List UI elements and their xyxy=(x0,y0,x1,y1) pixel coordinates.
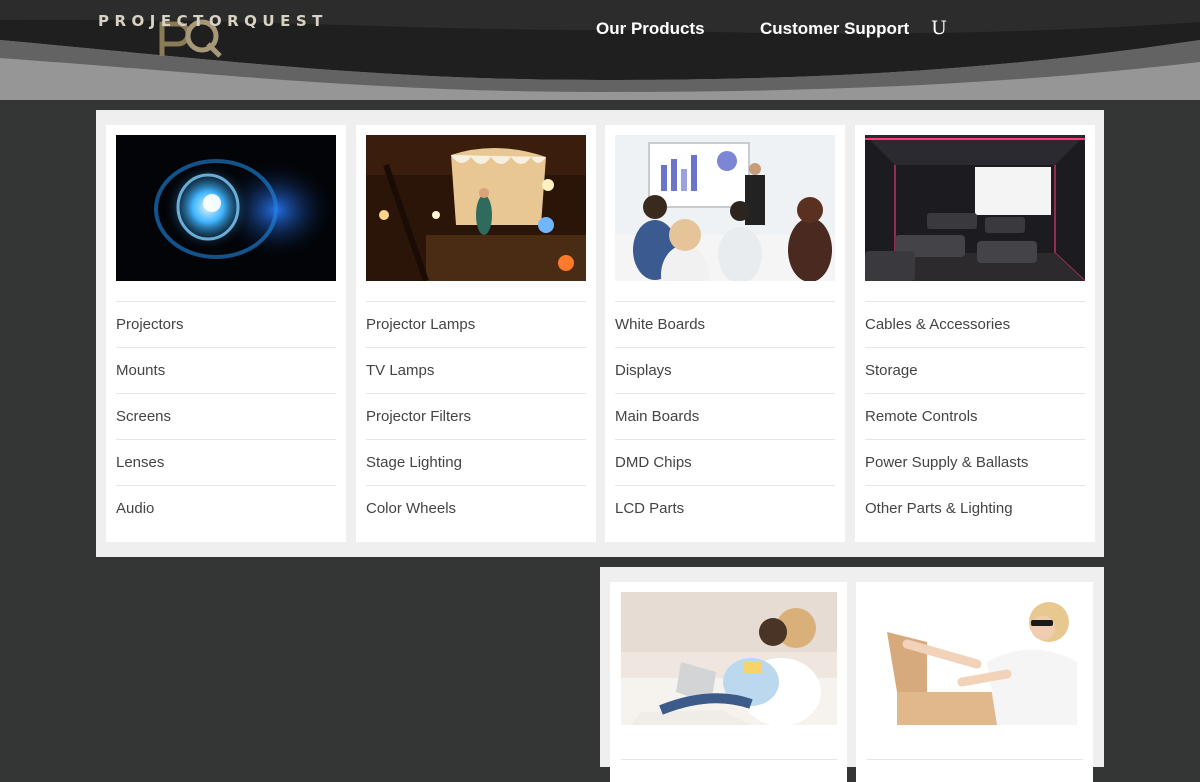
menu-link[interactable]: TV Lamps xyxy=(366,348,586,394)
menu-link[interactable]: Displays xyxy=(615,348,835,394)
menu-link[interactable]: Other Parts & Lighting xyxy=(865,486,1085,531)
products-mega-menu: Projectors Mounts Screens Lenses Audio P… xyxy=(96,110,1104,557)
menu-link[interactable]: Lenses xyxy=(116,440,336,486)
menu-link[interactable]: DMD Chips xyxy=(615,440,835,486)
nav-our-products[interactable]: Our Products xyxy=(596,19,705,39)
menu-link[interactable]: White Boards xyxy=(615,302,835,348)
menu-link[interactable]: Projector Lamps xyxy=(366,302,586,348)
promo-card xyxy=(610,582,847,782)
menu-link[interactable]: Screens xyxy=(116,394,336,440)
menu-link[interactable]: Projectors xyxy=(116,302,336,348)
projectorquest-logo[interactable]: PROJECTORQUEST xyxy=(98,10,322,58)
menu-link[interactable]: Main Boards xyxy=(615,394,835,440)
menu-link[interactable]: Remote Controls xyxy=(865,394,1085,440)
category-list: Projectors Mounts Screens Lenses Audio xyxy=(116,301,336,531)
home-theater-image[interactable] xyxy=(865,135,1085,281)
promo-divider xyxy=(867,759,1083,760)
logo-text: PROJECTORQUEST xyxy=(98,12,328,30)
promo-card xyxy=(856,582,1093,782)
menu-column-projectors: Projectors Mounts Screens Lenses Audio xyxy=(106,125,346,542)
menu-column-lamps: Projector Lamps TV Lamps Projector Filte… xyxy=(356,125,596,542)
menu-link[interactable]: Color Wheels xyxy=(366,486,586,531)
menu-link[interactable]: Storage xyxy=(865,348,1085,394)
menu-column-accessories: Cables & Accessories Storage Remote Cont… xyxy=(855,125,1095,542)
menu-link[interactable]: Mounts xyxy=(116,348,336,394)
user-account-icon[interactable]: U xyxy=(931,17,947,39)
site-header: PROJECTORQUEST Our Products Customer Sup… xyxy=(0,0,1200,100)
category-list: Projector Lamps TV Lamps Projector Filte… xyxy=(366,301,586,531)
couple-shopping-online-image[interactable] xyxy=(621,592,837,725)
menu-link[interactable]: Projector Filters xyxy=(366,394,586,440)
menu-link[interactable]: LCD Parts xyxy=(615,486,835,531)
category-list: Cables & Accessories Storage Remote Cont… xyxy=(865,301,1085,531)
category-list: White Boards Displays Main Boards DMD Ch… xyxy=(615,301,835,531)
nav-customer-support[interactable]: Customer Support xyxy=(760,19,909,39)
menu-link[interactable]: Audio xyxy=(116,486,336,531)
classroom-presentation-image[interactable] xyxy=(615,135,835,281)
menu-link[interactable]: Stage Lighting xyxy=(366,440,586,486)
menu-link[interactable]: Cables & Accessories xyxy=(865,302,1085,348)
theater-stage-image[interactable] xyxy=(366,135,586,281)
menu-link[interactable]: Power Supply & Ballasts xyxy=(865,440,1085,486)
support-promo-panel xyxy=(600,567,1104,782)
menu-column-boards: White Boards Displays Main Boards DMD Ch… xyxy=(605,125,845,542)
projector-lens-image[interactable] xyxy=(116,135,336,281)
promo-divider xyxy=(621,759,837,760)
woman-opening-box-image[interactable] xyxy=(867,592,1083,725)
